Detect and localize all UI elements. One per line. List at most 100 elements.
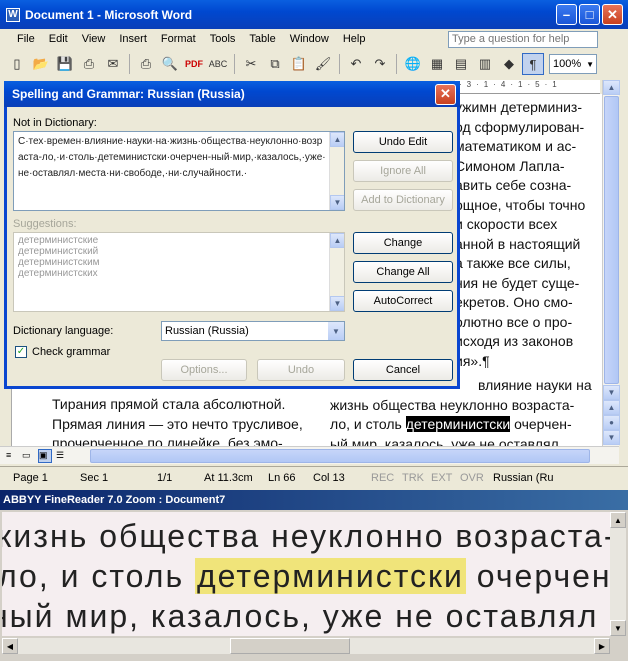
web-layout-icon[interactable]: ▭ xyxy=(22,450,34,462)
dictionary-language-select[interactable]: Russian (Russia) ▼ xyxy=(161,321,345,341)
suggestions-list[interactable]: детерминистские детерминистский детермин… xyxy=(13,232,345,312)
status-ext[interactable]: EXT xyxy=(431,472,452,484)
scroll-down-icon[interactable]: ▼ xyxy=(610,620,626,636)
suggestion-item[interactable]: детерминистский xyxy=(14,246,344,257)
scroll-up-icon[interactable]: ▲ xyxy=(610,512,626,528)
finereader-title-bar[interactable]: ABBYY FineReader 7.0 Zoom : Document7 xyxy=(0,490,628,510)
word-title-bar[interactable]: W Document 1 - Microsoft Word – □ ✕ xyxy=(0,0,628,29)
not-in-dictionary-textbox[interactable]: С·тех·времен·влияние·науки·на·жизнь·обще… xyxy=(13,131,345,211)
tables-borders-icon[interactable]: ▦ xyxy=(426,53,448,75)
select-browse-object-icon[interactable]: ● xyxy=(603,415,620,430)
chevron-down-icon: ▼ xyxy=(586,59,594,69)
menu-edit[interactable]: Edit xyxy=(42,33,75,45)
status-rec[interactable]: REC xyxy=(371,472,394,484)
ignore-all-button[interactable]: Ignore All xyxy=(353,160,453,182)
suggestion-item[interactable]: детерминистских xyxy=(14,268,344,279)
word-horizontal-scrollbar[interactable]: ≡ ▭ ▣ ☰ xyxy=(0,446,619,464)
scroll-down-icon[interactable]: ▼ xyxy=(330,296,344,311)
drawing-icon[interactable]: ◆ xyxy=(498,53,520,75)
email-icon[interactable]: ✉ xyxy=(102,53,124,75)
scroll-left-icon[interactable]: ◀ xyxy=(2,638,18,654)
status-ovr[interactable]: OVR xyxy=(460,472,484,484)
menu-view[interactable]: View xyxy=(75,33,113,45)
h-scroll-thumb[interactable] xyxy=(90,449,590,463)
autocorrect-button[interactable]: AutoCorrect xyxy=(353,290,453,312)
add-to-dictionary-button[interactable]: Add to Dictionary xyxy=(353,189,453,211)
suggestion-item[interactable]: детерминистским xyxy=(14,257,344,268)
open-folder-icon[interactable]: 📂 xyxy=(30,53,52,75)
normal-view-icon[interactable]: ≡ xyxy=(6,450,18,462)
spelling-icon[interactable]: ABC xyxy=(207,53,229,75)
doc-line: екретов. Оно смо- xyxy=(455,294,573,310)
finereader-title: ABBYY FineReader 7.0 Zoom : Document7 xyxy=(3,494,226,506)
suggestions-scrollbar[interactable]: ▲ ▼ xyxy=(329,233,344,311)
print-preview-icon[interactable]: 🔍 xyxy=(159,53,181,75)
help-search-input[interactable] xyxy=(448,30,598,48)
paste-icon[interactable]: 📋 xyxy=(288,53,310,75)
highlighted-error-word[interactable]: детерминистски xyxy=(405,416,511,432)
h-scroll-thumb[interactable] xyxy=(230,638,350,654)
suggestions-label: Suggestions: xyxy=(13,218,77,230)
finereader-horizontal-scrollbar[interactable]: ◀ ▶ xyxy=(2,638,610,654)
options-button[interactable]: Options... xyxy=(161,359,247,381)
menu-format[interactable]: Format xyxy=(154,33,203,45)
zoom-select[interactable]: 100% ▼ xyxy=(549,54,597,74)
copy-icon[interactable]: ⧉ xyxy=(264,53,286,75)
new-document-icon[interactable]: ▯ xyxy=(6,53,28,75)
minimize-button[interactable]: – xyxy=(556,4,577,25)
undo-edit-button[interactable]: Undo Edit xyxy=(353,131,453,153)
standard-toolbar: ▯ 📂 💾 ⎙ ✉ ⎙ 🔍 PDF ABC ✂ ⧉ 📋 🖌 ↶ ↷ 🌐 ▦ ▤ … xyxy=(0,50,628,78)
doc-line: ло, и столь xyxy=(330,416,402,432)
word-vertical-scrollbar[interactable]: ▲ ▼ ▲ ● ▼ xyxy=(602,80,620,446)
menu-file[interactable]: File xyxy=(10,33,42,45)
print-icon[interactable]: ⎙ xyxy=(135,53,157,75)
scroll-thumb[interactable] xyxy=(604,96,619,384)
next-page-icon[interactable]: ▼ xyxy=(603,430,620,445)
show-hide-icon[interactable]: ¶ xyxy=(522,53,544,75)
dialog-title-bar[interactable]: Spelling and Grammar: Russian (Russia) ✕ xyxy=(4,81,460,107)
close-button[interactable]: ✕ xyxy=(602,4,623,25)
menu-table[interactable]: Table xyxy=(242,33,282,45)
doc-line: очерчен- xyxy=(514,416,572,432)
pdf-icon[interactable]: PDF xyxy=(183,53,205,75)
scroll-up-icon[interactable]: ▲ xyxy=(603,80,620,95)
finereader-zoom-area[interactable]: жизнь общества неуклонно возраста- ло, и… xyxy=(2,512,610,636)
scroll-up-icon[interactable]: ▲ xyxy=(330,233,344,248)
undo-button[interactable]: Undo xyxy=(257,359,345,381)
status-trk[interactable]: TRK xyxy=(402,472,424,484)
cut-icon[interactable]: ✂ xyxy=(240,53,262,75)
change-all-button[interactable]: Change All xyxy=(353,261,453,283)
doc-line: жизнь общества неуклонно возраста- xyxy=(330,396,575,413)
insert-table-icon[interactable]: ▤ xyxy=(450,53,472,75)
redo-icon[interactable]: ↷ xyxy=(369,53,391,75)
finereader-vertical-scrollbar[interactable]: ▲ ▼ xyxy=(610,512,626,636)
save-icon[interactable]: 💾 xyxy=(54,53,76,75)
format-painter-icon[interactable]: 🖌 xyxy=(312,53,334,75)
doc-line: Прямая линия — это нечто трусливое, xyxy=(52,415,303,432)
menu-insert[interactable]: Insert xyxy=(112,33,154,45)
dialog-close-button[interactable]: ✕ xyxy=(435,83,456,105)
hyperlink-icon[interactable]: 🌐 xyxy=(402,53,424,75)
chevron-down-icon[interactable]: ▼ xyxy=(328,322,344,340)
check-grammar-checkbox[interactable]: ✓ xyxy=(15,346,27,358)
scroll-down-icon[interactable]: ▼ xyxy=(603,385,620,400)
columns-icon[interactable]: ▥ xyxy=(474,53,496,75)
menu-tools[interactable]: Tools xyxy=(203,33,243,45)
change-button[interactable]: Change xyxy=(353,232,453,254)
outline-view-icon[interactable]: ☰ xyxy=(56,450,68,462)
menu-window[interactable]: Window xyxy=(283,33,336,45)
menu-help[interactable]: Help xyxy=(336,33,373,45)
cancel-button[interactable]: Cancel xyxy=(353,359,453,381)
print-layout-icon[interactable]: ▣ xyxy=(38,449,52,463)
prev-page-icon[interactable]: ▲ xyxy=(603,400,620,415)
scroll-down-icon[interactable]: ▼ xyxy=(330,195,344,210)
suggestion-item[interactable]: детерминистские xyxy=(14,233,344,246)
doc-line: од сформулирован- xyxy=(455,118,585,135)
sentence-scrollbar[interactable]: ▲ ▼ xyxy=(329,132,344,210)
undo-icon[interactable]: ↶ xyxy=(345,53,367,75)
scroll-right-icon[interactable]: ▶ xyxy=(594,638,610,654)
scroll-up-icon[interactable]: ▲ xyxy=(330,132,344,147)
permission-icon[interactable]: ⎙ xyxy=(78,53,100,75)
highlighted-word[interactable]: детерминистски xyxy=(195,558,466,594)
maximize-button[interactable]: □ xyxy=(579,4,600,25)
